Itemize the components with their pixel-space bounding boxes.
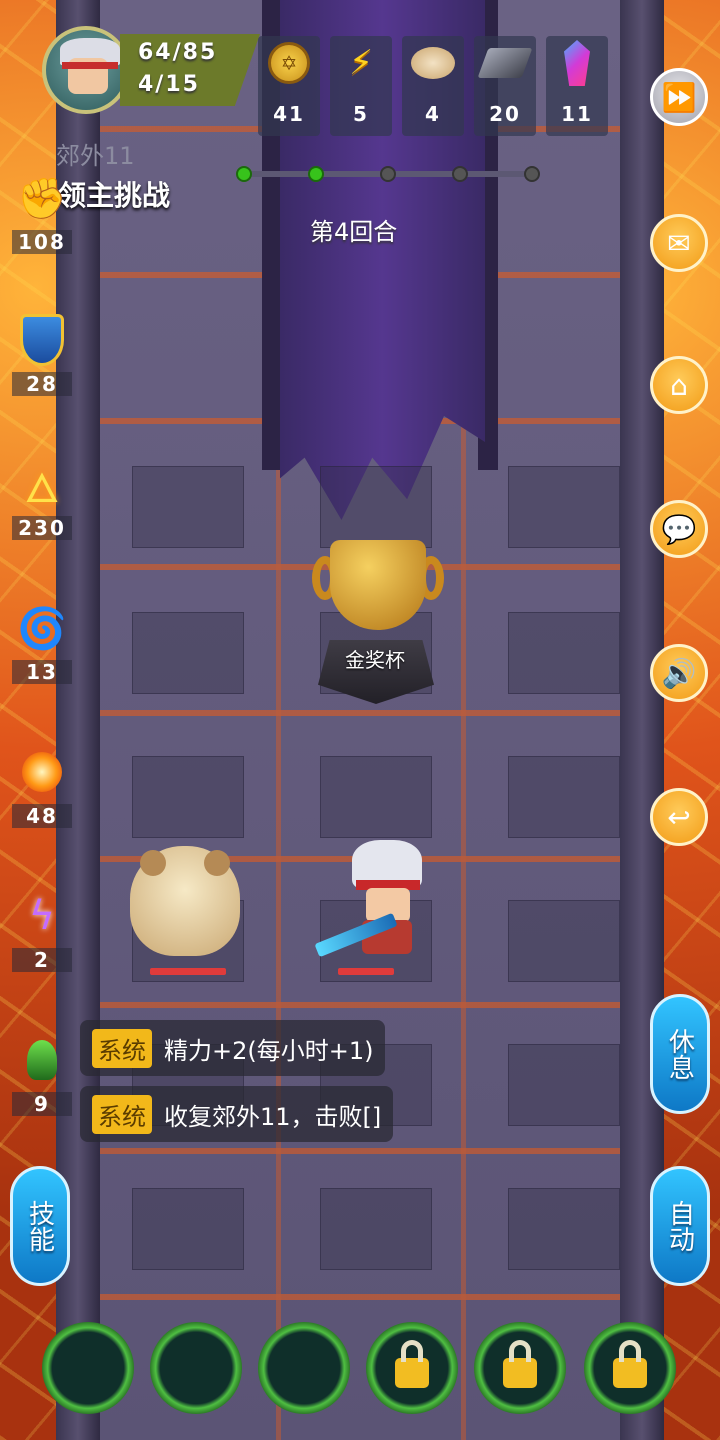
bun-food-icon xyxy=(410,40,456,86)
gold-coin-icon: ✡ xyxy=(266,40,312,86)
round-progress-dot xyxy=(524,166,540,182)
stat-defense: 28 xyxy=(12,310,72,396)
grid-cell[interactable] xyxy=(320,1188,432,1270)
skill-slot-5[interactable] xyxy=(474,1322,566,1414)
grid-cell[interactable] xyxy=(508,1044,620,1126)
stat-value: 48 xyxy=(12,804,72,828)
stat-poison: 9 xyxy=(12,1030,72,1116)
round-counter: 第4回合 xyxy=(310,218,398,246)
sound-button[interactable]: 🔊 xyxy=(650,644,708,702)
player-hp: 64/85 xyxy=(138,40,218,65)
lock-icon xyxy=(503,1340,537,1388)
stat-value: 9 xyxy=(12,1092,72,1116)
fist-attack-icon: ✊ xyxy=(17,175,67,222)
round-progress-dot xyxy=(380,166,396,182)
auto-button[interactable]: 自动 xyxy=(650,1166,710,1286)
stage-name: 郊外11 xyxy=(56,142,135,170)
fast-forward-icon: ⏩ xyxy=(661,80,697,114)
trophy-label: 金奖杯 xyxy=(345,648,405,672)
avatar-headband xyxy=(62,62,118,69)
grid-cell[interactable] xyxy=(508,1188,620,1270)
purple-lightning-icon: ϟ xyxy=(28,893,56,939)
grid-cell[interactable] xyxy=(508,466,620,548)
resource-value: 20 xyxy=(489,102,521,126)
resource-value: 4 xyxy=(425,102,441,126)
flame-sword-icon: 🜂 xyxy=(24,466,60,512)
stat-value: 108 xyxy=(12,230,72,254)
grid-cell[interactable] xyxy=(132,612,244,694)
grid-cell[interactable] xyxy=(508,612,620,694)
mail-button[interactable]: ✉ xyxy=(650,214,708,272)
resource-value: 41 xyxy=(273,102,305,126)
grid-cell[interactable] xyxy=(320,466,432,548)
round-progress-dot xyxy=(236,166,252,182)
chat-text: 精力+2(每小时+1) xyxy=(164,1036,374,1065)
stat-fire: 48 xyxy=(12,742,72,828)
stage-mode: 领主挑战 xyxy=(58,179,171,212)
lock-icon xyxy=(395,1340,429,1388)
skill-slot-1[interactable] xyxy=(42,1322,134,1414)
player-level: 4/15 xyxy=(138,72,200,97)
stat-value: 28 xyxy=(12,372,72,396)
envelope-icon: ✉ xyxy=(667,226,691,260)
resource-food: 4 xyxy=(402,36,464,136)
resource-iron: 20 xyxy=(474,36,536,136)
skill-slot-4[interactable] xyxy=(366,1322,458,1414)
stat-magic-attack: 🜂 230 xyxy=(12,454,72,540)
fast-forward-button[interactable]: ⏩ xyxy=(650,68,708,126)
skill-slot-3[interactable] xyxy=(258,1322,350,1414)
grid-cell[interactable] xyxy=(508,756,620,838)
stat-attack: ✊ 108 xyxy=(12,168,72,254)
resource-value: 5 xyxy=(353,102,369,126)
player-avatar[interactable] xyxy=(42,26,130,114)
resource-crystal: 11 xyxy=(546,36,608,136)
chat-button[interactable]: 💬 xyxy=(650,500,708,558)
shield-defense-icon xyxy=(12,310,72,370)
skill-slot-6[interactable] xyxy=(584,1322,676,1414)
resource-energy: ⚡ 5 xyxy=(330,36,392,136)
chat-tag: 系统 xyxy=(92,1094,152,1134)
resource-value: 11 xyxy=(561,102,593,126)
back-button[interactable]: ↩ xyxy=(650,788,708,846)
skills-button[interactable]: 技能 xyxy=(10,1166,70,1286)
enemy-hp-bar xyxy=(150,968,226,975)
stat-water: 🌀 13 xyxy=(12,598,72,684)
skill-slot-2[interactable] xyxy=(150,1322,242,1414)
chat-message: 系统 精力+2(每小时+1) xyxy=(80,1020,386,1076)
crystal-gem-icon xyxy=(554,40,600,86)
stat-value: 2 xyxy=(12,948,72,972)
speaker-icon: 🔊 xyxy=(661,656,697,690)
resource-gold: ✡ 41 xyxy=(258,36,320,136)
lightning-energy-icon: ⚡ xyxy=(349,43,373,83)
green-claw-icon xyxy=(12,1030,72,1090)
stat-lightning: ϟ 2 xyxy=(12,886,72,972)
grid-cell[interactable] xyxy=(132,1188,244,1270)
rest-button[interactable]: 休息 xyxy=(650,994,710,1114)
fire-burst-icon xyxy=(12,742,72,802)
chat-tag: 系统 xyxy=(92,1028,152,1068)
grid-cell[interactable] xyxy=(132,466,244,548)
chat-text: 收复郊外11，击败[] xyxy=(164,1102,382,1131)
stat-value: 230 xyxy=(12,516,72,540)
stat-value: 13 xyxy=(12,660,72,684)
chat-message: 系统 收复郊外11，击败[] xyxy=(80,1086,394,1142)
water-swirl-icon: 🌀 xyxy=(17,605,67,652)
grid-cell[interactable] xyxy=(132,756,244,838)
round-progress-dot xyxy=(308,166,324,182)
undo-arrow-icon: ↩ xyxy=(667,800,691,834)
home-icon: ⌂ xyxy=(670,368,688,402)
round-progress-dot xyxy=(452,166,468,182)
grid-cell[interactable] xyxy=(508,900,620,982)
hero-hp-bar xyxy=(338,968,394,975)
gold-trophy-icon[interactable] xyxy=(330,540,426,630)
lock-icon xyxy=(613,1340,647,1388)
grid-cell[interactable] xyxy=(320,756,432,838)
home-button[interactable]: ⌂ xyxy=(650,356,708,414)
iron-ingot-icon xyxy=(477,40,533,86)
speech-bubble-icon: 💬 xyxy=(661,512,697,546)
enemy-dog[interactable] xyxy=(130,846,240,956)
